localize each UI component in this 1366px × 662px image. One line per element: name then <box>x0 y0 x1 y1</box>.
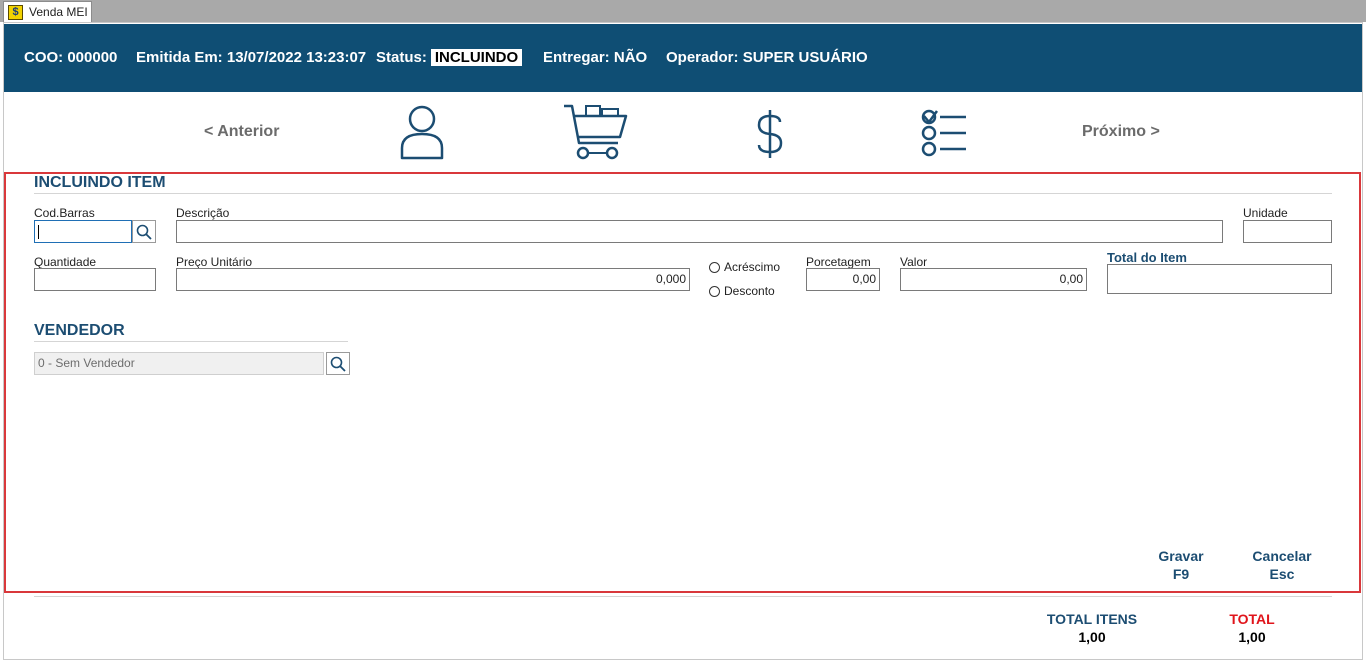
cod-barras-field[interactable] <box>34 220 132 243</box>
item-section-divider <box>34 193 1332 194</box>
checklist-icon[interactable] <box>920 108 970 160</box>
vendedor-search-button[interactable] <box>326 352 350 375</box>
status-badge: INCLUINDO <box>430 49 523 66</box>
status-info: Status: INCLUINDO <box>376 49 523 66</box>
emitida-label: Emitida Em: <box>136 49 223 66</box>
dollar-app-icon: $ <box>8 4 23 20</box>
cod-barras-search-button[interactable] <box>132 220 156 243</box>
vendedor-value: 0 - Sem Vendedor <box>38 356 135 370</box>
vendedor-section-title: VENDEDOR <box>34 322 125 339</box>
status-label: Status: <box>376 49 427 66</box>
footer-divider <box>34 596 1332 597</box>
cancelar-shortcut: Esc <box>1269 566 1295 582</box>
item-section-title: INCLUINDO ITEM <box>34 174 166 191</box>
descricao-label: Descrição <box>176 206 230 220</box>
radio-circle <box>709 285 720 297</box>
acrescimo-label: Acréscimo <box>724 260 781 274</box>
preco-unitario-field[interactable]: 0,000 <box>176 268 690 291</box>
gravar-label: Gravar <box>1158 548 1204 564</box>
preco-unitario-value: 0,000 <box>655 272 686 286</box>
coo-value: 000000 <box>67 49 118 66</box>
entregar-value: NÃO <box>613 49 648 66</box>
emitida-value: 13/07/2022 13:23:07 <box>226 49 367 66</box>
operador-info: Operador: SUPER USUÁRIO <box>666 49 868 66</box>
quantidade-label: Quantidade <box>34 255 97 269</box>
total-item-field <box>1107 264 1332 294</box>
vendedor-section-divider <box>34 341 348 342</box>
radio-circle <box>709 261 720 273</box>
gravar-shortcut: F9 <box>1172 566 1190 582</box>
tab-strip: $ Venda MEI <box>0 0 1366 22</box>
total-itens-value: 1,00 <box>1078 629 1106 645</box>
coo-info: COO: 000000 <box>24 49 117 66</box>
acrescimo-radio[interactable]: Acréscimo <box>709 260 780 274</box>
descricao-field[interactable] <box>176 220 1223 243</box>
valor-field[interactable]: 0,00 <box>900 268 1087 291</box>
entregar-info: Entregar: NÃO <box>543 49 647 66</box>
next-step-link[interactable]: Próximo > <box>1082 123 1160 141</box>
vendedor-select[interactable]: 0 - Sem Vendedor <box>34 352 324 375</box>
shopping-cart-icon[interactable] <box>562 103 630 163</box>
valor-label: Valor <box>900 255 928 269</box>
sale-header: COO: 000000 Emitida Em: 13/07/2022 13:23… <box>4 24 1362 92</box>
desconto-label: Desconto <box>724 284 775 298</box>
cancelar-label: Cancelar <box>1252 548 1312 564</box>
desconto-radio[interactable]: Desconto <box>709 284 775 298</box>
quantidade-field[interactable] <box>34 268 156 291</box>
total-item-label: Total do Item <box>1107 250 1187 265</box>
porcentagem-label: Porcetagem <box>806 255 871 269</box>
preco-unitario-label: Preço Unitário <box>176 255 253 269</box>
operador-label: Operador: <box>666 49 739 66</box>
porcentagem-value: 0,00 <box>852 272 876 286</box>
total-label: TOTAL <box>1229 611 1275 627</box>
coo-label: COO: <box>24 49 64 66</box>
porcentagem-field[interactable]: 0,00 <box>806 268 880 291</box>
gravar-button[interactable]: Gravar F9 <box>1147 547 1215 583</box>
tab-venda-mei[interactable]: $ Venda MEI <box>3 1 92 22</box>
text-cursor <box>38 225 39 239</box>
valor-value: 0,00 <box>1059 272 1083 286</box>
unidade-label: Unidade <box>1243 206 1288 220</box>
search-icon <box>330 356 346 372</box>
person-icon[interactable] <box>398 104 446 162</box>
previous-step-link[interactable]: < Anterior <box>204 123 279 141</box>
cod-barras-label: Cod.Barras <box>34 206 95 220</box>
search-icon <box>136 224 152 240</box>
tab-title: Venda MEI <box>29 5 88 19</box>
dollar-icon[interactable] <box>755 108 785 160</box>
total-itens-label: TOTAL ITENS <box>1046 611 1138 627</box>
total-value: 1,00 <box>1238 629 1266 645</box>
emitida-info: Emitida Em: 13/07/2022 13:23:07 <box>136 49 366 66</box>
unidade-field[interactable] <box>1243 220 1332 243</box>
entregar-label: Entregar: <box>543 49 610 66</box>
operador-value: SUPER USUÁRIO <box>742 49 868 66</box>
cancelar-button[interactable]: Cancelar Esc <box>1242 547 1322 583</box>
